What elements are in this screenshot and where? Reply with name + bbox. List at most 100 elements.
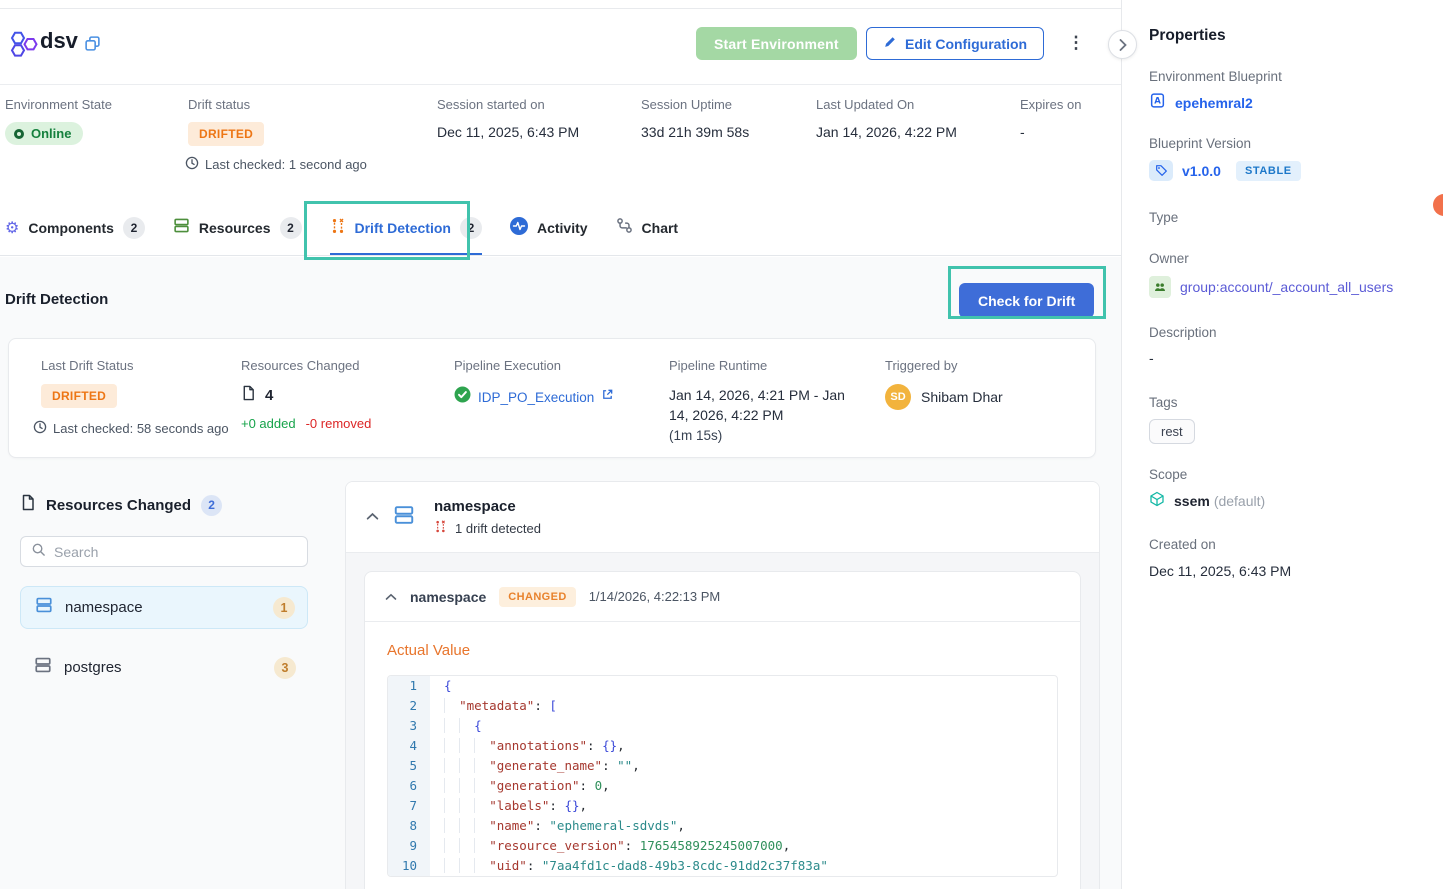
drift-count-badge: 1 bbox=[273, 597, 295, 619]
svg-text:A: A bbox=[1154, 97, 1161, 107]
triggered-by-name: Shibam Dhar bbox=[921, 389, 1003, 405]
copy-name-icon[interactable] bbox=[84, 35, 101, 57]
edit-configuration-button[interactable]: Edit Configuration bbox=[866, 27, 1044, 60]
status-field-drift-status: Drift status DRIFTED bbox=[188, 97, 264, 146]
description-value: - bbox=[1149, 350, 1154, 366]
start-environment-button[interactable]: Start Environment bbox=[696, 27, 857, 60]
tag-icon bbox=[1149, 160, 1173, 181]
drift-detected-line: 1 drift detected bbox=[434, 520, 541, 536]
blueprint-link[interactable]: epehemral2 bbox=[1175, 95, 1253, 111]
resource-search[interactable] bbox=[20, 536, 308, 567]
pipeline-runtime-range: Jan 14, 2026, 4:21 PM - Jan 14, 2026, 4:… bbox=[669, 385, 864, 426]
pencil-icon bbox=[883, 35, 897, 52]
created-on-value: Dec 11, 2025, 6:43 PM bbox=[1149, 563, 1291, 579]
summary-pipeline-execution: Pipeline Execution IDP_PO_Execution bbox=[454, 358, 614, 408]
check-for-drift-button[interactable]: Check for Drift bbox=[959, 283, 1094, 318]
scope-value-row: ssem(default) bbox=[1149, 491, 1265, 512]
main-pane: dsv Start Environment Edit Configuration… bbox=[0, 8, 1121, 889]
drift-detection-section: Drift Detection Check for Drift Last Dri… bbox=[0, 257, 1121, 889]
actual-value-label: Actual Value bbox=[387, 642, 1058, 659]
online-status-badge: Online bbox=[5, 122, 83, 145]
clock-icon bbox=[33, 420, 47, 437]
type-label: Type bbox=[1149, 210, 1178, 225]
code-line: 10 "uid": "7aa4fd1c-dad8-49b3-8cdc-91dd2… bbox=[388, 856, 1057, 876]
status-field-environment-state: Environment State Online bbox=[5, 97, 112, 145]
external-link-icon[interactable] bbox=[601, 388, 614, 406]
drifted-badge: DRIFTED bbox=[188, 122, 264, 146]
avatar: SD bbox=[885, 384, 911, 410]
status-field-last-updated: Last Updated On Jan 14, 2026, 4:22 PM bbox=[816, 97, 957, 140]
code-line: 6 "generation": 0, bbox=[388, 776, 1057, 796]
entry-resource-name: namespace bbox=[410, 589, 486, 605]
activity-pulse-icon bbox=[510, 217, 528, 240]
drift-compare-icon bbox=[330, 218, 346, 239]
clock-icon bbox=[185, 156, 199, 173]
drift-detection-heading: Drift Detection bbox=[5, 291, 108, 308]
actual-value-code-block[interactable]: 1{2 "metadata": [3 {4 "annotations": {},… bbox=[387, 675, 1058, 877]
drift-entry-header[interactable]: namespace CHANGED 1/14/2026, 4:22:13 PM bbox=[365, 572, 1080, 622]
file-icon bbox=[241, 385, 256, 405]
collapse-chevron-up-icon[interactable] bbox=[385, 588, 397, 606]
summary-last-drift-status: Last Drift Status DRIFTED Last checked: … bbox=[41, 358, 229, 437]
stable-badge: STABLE bbox=[1236, 161, 1301, 181]
summary-resources-changed: Resources Changed 4 +0 added-0 removed bbox=[241, 358, 371, 431]
tab-activity[interactable]: Activity bbox=[510, 201, 588, 255]
collapse-panel-chevron-right-button[interactable] bbox=[1108, 30, 1137, 59]
code-line: 8 "name": "ephemeral-sdvds", bbox=[388, 816, 1057, 836]
page-title: dsv bbox=[40, 28, 78, 54]
drifted-badge: DRIFTED bbox=[41, 384, 117, 408]
entry-timestamp: 1/14/2026, 4:22:13 PM bbox=[589, 589, 721, 604]
resource-detail-card: namespace 1 drift detected bbox=[345, 481, 1100, 889]
list-item-namespace[interactable]: namespace 1 bbox=[20, 586, 308, 629]
resource-detail-header: namespace 1 drift detected bbox=[346, 482, 1099, 553]
drift-entry-card: namespace CHANGED 1/14/2026, 4:22:13 PM … bbox=[364, 571, 1081, 889]
owner-label: Owner bbox=[1149, 251, 1189, 266]
status-field-session-started: Session started on Dec 11, 2025, 6:43 PM bbox=[437, 97, 579, 140]
description-label: Description bbox=[1149, 325, 1217, 340]
tab-resources[interactable]: Resources 2 bbox=[173, 201, 302, 255]
summary-pipeline-runtime: Pipeline Runtime Jan 14, 2026, 4:21 PM -… bbox=[669, 358, 864, 445]
cube-icon bbox=[1149, 491, 1165, 512]
summary-triggered-by: Triggered by SD Shibam Dhar bbox=[885, 358, 1003, 410]
tab-bar: ⚙ Components 2 Resources 2 Drift Detecti… bbox=[0, 201, 1121, 256]
resources-stack-icon bbox=[173, 217, 190, 239]
tags-label: Tags bbox=[1149, 395, 1178, 410]
resource-stack-icon bbox=[35, 596, 53, 619]
list-item-postgres[interactable]: postgres 3 bbox=[20, 646, 308, 689]
tab-components-count: 2 bbox=[123, 217, 145, 239]
group-people-icon bbox=[1149, 276, 1171, 298]
changed-badge: CHANGED bbox=[499, 587, 575, 607]
tab-components[interactable]: ⚙ Components 2 bbox=[5, 201, 145, 255]
owner-link[interactable]: group:account/_account_all_users bbox=[1180, 279, 1393, 295]
more-options-kebab-icon[interactable]: ⋮ bbox=[1064, 28, 1088, 58]
code-line: 3 { bbox=[388, 716, 1057, 736]
blueprint-label: Environment Blueprint bbox=[1149, 69, 1282, 84]
version-link[interactable]: v1.0.0 bbox=[1182, 163, 1221, 179]
resources-changed-count: 4 bbox=[265, 387, 273, 404]
properties-sidebar: Properties Environment Blueprint A epehe… bbox=[1121, 0, 1443, 889]
detail-resource-name: namespace bbox=[434, 498, 541, 515]
pipeline-execution-link[interactable]: IDP_PO_Execution bbox=[478, 390, 594, 405]
tab-resources-count: 2 bbox=[280, 217, 302, 239]
collapse-chevron-up-icon[interactable] bbox=[366, 508, 379, 526]
version-value-row: v1.0.0 STABLE bbox=[1149, 160, 1301, 181]
resources-changed-panel: Resources Changed 2 namespace 1 bbox=[20, 494, 308, 689]
version-label: Blueprint Version bbox=[1149, 136, 1251, 151]
status-field-session-uptime: Session Uptime 33d 21h 39m 58s bbox=[641, 97, 749, 140]
environment-detail-page: dsv Start Environment Edit Configuration… bbox=[0, 0, 1443, 889]
code-lines: 1{2 "metadata": [3 {4 "annotations": {},… bbox=[388, 676, 1057, 876]
tab-drift-detection-count: 2 bbox=[460, 217, 482, 239]
blueprint-value-row: A epehemral2 bbox=[1149, 92, 1253, 114]
app-logo-hexagons-icon bbox=[10, 30, 41, 64]
search-icon bbox=[31, 542, 46, 562]
scope-label: Scope bbox=[1149, 467, 1187, 482]
properties-title: Properties bbox=[1149, 27, 1226, 45]
tags-row: rest bbox=[1149, 419, 1195, 444]
tab-chart[interactable]: Chart bbox=[616, 201, 679, 255]
code-line: 5 "generate_name": "", bbox=[388, 756, 1057, 776]
drift-compare-icon bbox=[434, 520, 447, 536]
tab-drift-detection[interactable]: Drift Detection 2 bbox=[330, 201, 482, 255]
search-input[interactable] bbox=[54, 544, 297, 560]
header-divider bbox=[0, 84, 1121, 85]
online-dot-icon bbox=[14, 129, 24, 139]
